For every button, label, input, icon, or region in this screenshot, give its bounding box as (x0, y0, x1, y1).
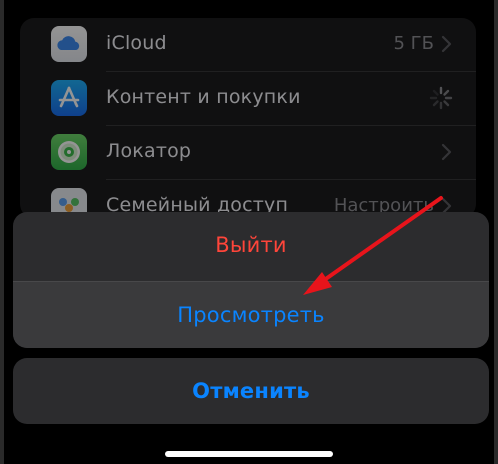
bezel-right (494, 0, 498, 464)
cancel-button[interactable]: Отменить (13, 358, 489, 424)
screen: iCloud 5 ГБ Контент и покупки Локатор Се… (0, 0, 498, 464)
sign-out-button[interactable]: Выйти (13, 212, 489, 278)
bezel-left (0, 0, 4, 464)
view-button[interactable]: Просмотреть (13, 282, 489, 348)
action-sheet: Выйти Просмотреть (13, 212, 489, 348)
home-indicator (165, 451, 333, 457)
